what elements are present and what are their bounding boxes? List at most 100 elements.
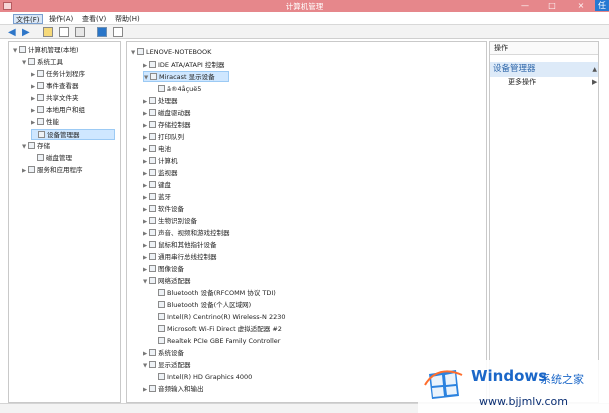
storage-icon <box>28 142 35 149</box>
device-system[interactable]: ▶ 系统设备 <box>143 348 184 359</box>
device-computer[interactable]: ▶ 计算机 <box>143 156 178 167</box>
performance-icon <box>37 118 44 125</box>
bluetooth-icon <box>149 193 156 200</box>
properties-icon[interactable] <box>75 27 85 37</box>
chevron-right-icon: ▶ <box>592 78 598 86</box>
audio-icon <box>149 385 156 392</box>
device-ide[interactable]: ▶ IDE ATA/ATAPI 控制器 <box>143 60 224 71</box>
device-storage-controllers[interactable]: ▶ 存储控制器 <box>143 120 191 131</box>
printer-icon <box>149 133 156 140</box>
display-adapter-icon <box>149 361 156 368</box>
device-usb[interactable]: ▶ 通用串行总线控制器 <box>143 252 217 263</box>
device-miracast[interactable]: ▼ Miracast 显示设备 <box>143 71 229 82</box>
network-card-icon <box>158 289 165 296</box>
tree-device-manager[interactable]: 设备管理器 <box>31 129 115 140</box>
menu-help[interactable]: 帮助(H) <box>113 14 142 24</box>
users-icon <box>37 106 44 113</box>
menu-bar: 文件(F) 操作(A) 查看(V) 帮助(H) <box>0 12 609 25</box>
minimize-button[interactable]: — <box>515 0 535 11</box>
device-disk-drives[interactable]: ▶ 磁盘驱动器 <box>143 108 191 119</box>
camera-icon <box>149 265 156 272</box>
device-audio-io[interactable]: ▶ 音频输入和输出 <box>143 384 204 395</box>
mouse-icon <box>149 241 156 248</box>
tree-performance[interactable]: ▶ 性能 <box>31 117 59 128</box>
back-icon[interactable]: ◀ <box>8 27 18 38</box>
action-device-manager[interactable]: 设备管理器 ▲ <box>490 62 598 77</box>
computer-device-icon <box>149 157 156 164</box>
windows-logo-icon <box>424 370 463 399</box>
device-miracast-child[interactable]: ä®4åçuë5 <box>158 84 201 95</box>
system-device-icon <box>149 349 156 356</box>
scan-hardware-icon[interactable] <box>113 27 123 37</box>
forward-icon[interactable]: ▶ <box>22 27 32 38</box>
network-card-icon <box>158 301 165 308</box>
speaker-icon <box>149 229 156 236</box>
device-software[interactable]: ▶ 软件设备 <box>143 204 184 215</box>
device-bt-pan[interactable]: Bluetooth 设备(个人区域网) <box>158 300 251 311</box>
device-monitors[interactable]: ▶ 监视器 <box>143 168 178 179</box>
monitor-icon <box>158 85 165 92</box>
keyboard-icon <box>149 181 156 188</box>
computer-icon <box>19 46 26 53</box>
disk-drive-icon <box>149 109 156 116</box>
tree-shared-folders[interactable]: ▶ 共享文件夹 <box>31 93 79 104</box>
toolbox-icon <box>28 58 35 65</box>
menu-action[interactable]: 操作(A) <box>47 14 75 24</box>
user-badge[interactable]: 任 <box>595 0 609 11</box>
device-print-queues[interactable]: ▶ 打印队列 <box>143 132 184 143</box>
watermark-cn: 系统之家 <box>540 373 584 386</box>
show-hide-tree-icon[interactable] <box>59 27 69 37</box>
device-display-adapters[interactable]: ▼ 显示适配器 <box>143 360 191 371</box>
maximize-button[interactable]: □ <box>542 0 562 11</box>
storage-controller-icon <box>149 121 156 128</box>
tree-system-tools[interactable]: ▼ 系统工具 <box>22 57 63 68</box>
clock-icon <box>37 70 44 77</box>
menu-file[interactable]: 文件(F) <box>13 14 43 24</box>
device-sound[interactable]: ▶ 声音、视频和游戏控制器 <box>143 228 230 239</box>
device-bluetooth[interactable]: ▶ 蓝牙 <box>143 192 171 203</box>
device-root[interactable]: ▼ LENOVE-NOTEBOOK <box>131 47 211 58</box>
device-intel-graphics[interactable]: Intel(R) HD Graphics 4000 <box>158 372 252 383</box>
navigation-tree: ▼ 计算机管理(本地) ▼ 系统工具 ▶ 任务计划程序 ▶ 事件查看器 ▶ 共享文件夹 ▶… <box>8 41 121 403</box>
device-realtek[interactable]: Realtek PCIe GBE Family Controller <box>158 336 280 347</box>
device-keyboard[interactable]: ▶ 键盘 <box>143 180 171 191</box>
help-icon[interactable] <box>97 27 107 37</box>
tree-root[interactable]: ▼ 计算机管理(本地) <box>13 45 79 56</box>
ide-controller-icon <box>149 61 156 68</box>
network-card-icon <box>158 325 165 332</box>
battery-icon <box>149 145 156 152</box>
tree-services-apps[interactable]: ▶ 服务和应用程序 <box>22 165 83 176</box>
device-processor[interactable]: ▶ 处理器 <box>143 96 178 107</box>
network-card-icon <box>158 313 165 320</box>
event-viewer-icon <box>37 82 44 89</box>
device-biometric[interactable]: ▶ 生物识别设备 <box>143 216 197 227</box>
graphics-card-icon <box>158 373 165 380</box>
device-wifi-direct[interactable]: Microsoft Wi-Fi Direct 虚拟适配器 #2 <box>158 324 282 335</box>
device-manager-icon <box>38 131 45 138</box>
usb-icon <box>149 253 156 260</box>
device-battery[interactable]: ▶ 电池 <box>143 144 171 155</box>
close-button[interactable]: × <box>571 0 591 11</box>
watermark-url: www.bjjmlv.com <box>479 395 568 408</box>
tree-disk-management[interactable]: 磁盘管理 <box>31 153 72 164</box>
title-bar: 计算机管理 — □ × 任 <box>0 0 609 12</box>
device-manager-tree: ▼ LENOVE-NOTEBOOK ▶ IDE ATA/ATAPI 控制器 ▼ Mir… <box>126 41 487 403</box>
device-bt-rfcomm[interactable]: Bluetooth 设备(RFCOMM 协议 TDI) <box>158 288 276 299</box>
tree-event-viewer[interactable]: ▶ 事件查看器 <box>31 81 79 92</box>
monitor-icon <box>149 169 156 176</box>
up-folder-icon[interactable] <box>43 27 53 37</box>
device-network-adapters[interactable]: ▼ 网络适配器 <box>143 276 191 287</box>
tree-task-scheduler[interactable]: ▶ 任务计划程序 <box>31 69 85 80</box>
action-more[interactable]: 更多操作 ▶ <box>508 77 597 88</box>
device-mouse[interactable]: ▶ 鼠标和其他指针设备 <box>143 240 217 251</box>
collapse-icon: ▲ <box>592 66 597 73</box>
tree-storage[interactable]: ▼ 存储 <box>22 141 50 152</box>
device-intel-wireless[interactable]: Intel(R) Centrino(R) Wireless-N 2230 <box>158 312 286 323</box>
device-imaging[interactable]: ▶ 图像设备 <box>143 264 184 275</box>
network-card-icon <box>158 337 165 344</box>
software-device-icon <box>149 205 156 212</box>
tree-local-users[interactable]: ▶ 本地用户和组 <box>31 105 85 116</box>
processor-icon <box>149 97 156 104</box>
disk-icon <box>37 154 44 161</box>
menu-view[interactable]: 查看(V) <box>80 14 108 24</box>
